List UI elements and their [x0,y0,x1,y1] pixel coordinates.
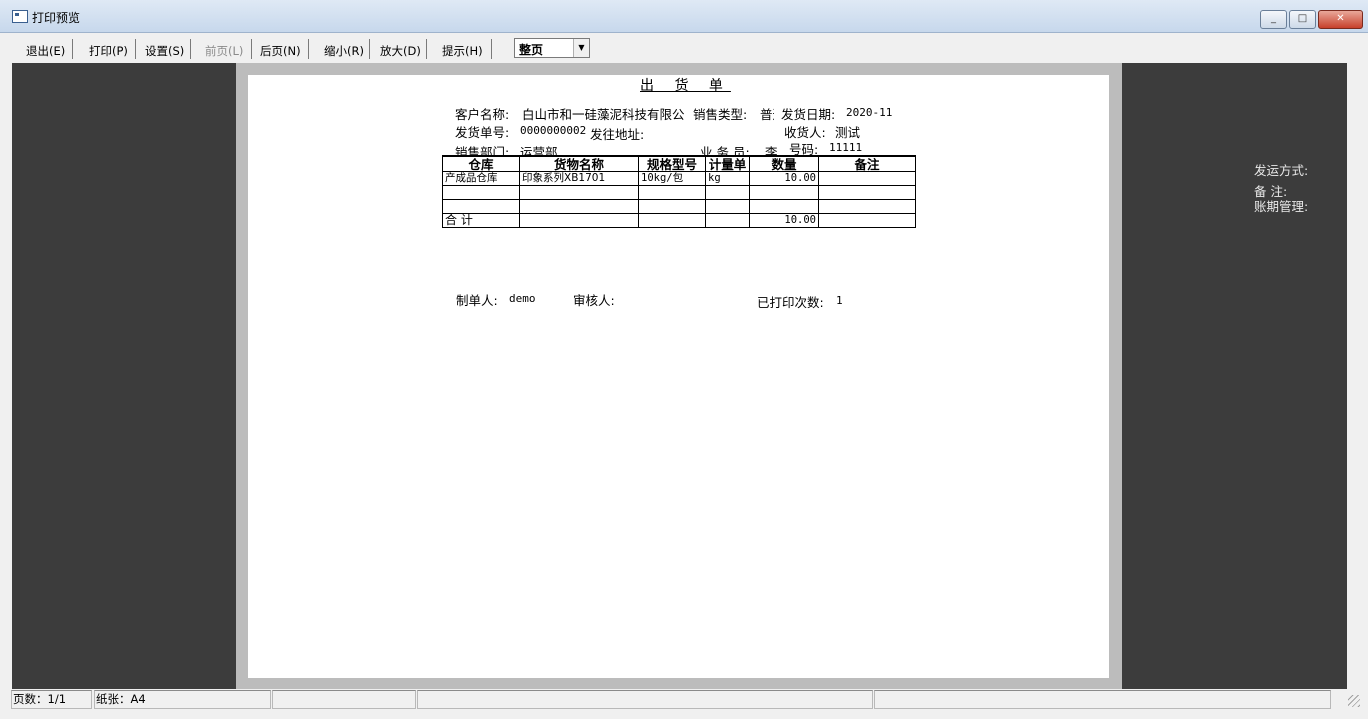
table-cell: 10kg/包 [638,171,706,186]
code-value: 11111 [829,141,863,154]
status-panel [417,690,873,709]
title-bar: 打印预览 _ □ ✕ [0,0,1368,33]
table-cell: 10.00 [749,171,819,186]
hint-button[interactable]: 提示(H) [442,43,483,59]
table-cell [519,213,639,228]
left-window-edge [0,63,12,689]
salesman-label: 业 务 员: [700,145,750,155]
app-icon [12,10,28,23]
paper-size-status: 纸张：A4 [94,690,271,709]
toolbar-divider [369,39,370,59]
table-cell [705,185,750,200]
column-header: 数量 [749,155,819,172]
table-cell [818,199,916,214]
zoom-in-button[interactable]: 放大(D) [380,43,421,59]
total-label: 合 计 [442,213,520,228]
settings-button[interactable]: 设置(S) [145,43,184,59]
page-count-status: 页数：1/1 [11,690,92,709]
exit-button[interactable]: 退出(E) [26,43,65,59]
next-page-button[interactable]: 后页(N) [260,43,301,59]
column-header: 备注 [818,155,916,172]
table-total-row: 合 计 10.00 [442,213,916,228]
toolbar-divider [135,39,136,59]
chevron-down-icon[interactable]: ▼ [573,39,589,57]
prev-page-button[interactable]: 前页(L) [205,43,243,59]
print-button[interactable]: 打印(P) [89,43,128,59]
toolbar-divider [491,39,492,59]
table-cell [442,199,520,214]
status-bar: 页数：1/1 纸张：A4 [0,689,1368,719]
minimize-button[interactable]: _ [1260,10,1287,29]
column-header: 计量单 [705,155,750,172]
print-page: 出 货 单 客户名称: 白山市和一硅藻泥科技有限公 销售类型: 普通 发货日期:… [248,75,1109,678]
table-cell [638,185,706,200]
toolbar-divider [426,39,427,59]
resize-grip-icon[interactable] [1348,695,1360,707]
column-header: 货物名称 [519,155,639,172]
reviewer-label: 审核人: [573,293,615,308]
table-cell: 产成品仓库 [442,171,520,186]
zoom-out-button[interactable]: 缩小(R) [324,43,364,59]
paper-backdrop: 出 货 单 客户名称: 白山市和一硅藻泥科技有限公 销售类型: 普通 发货日期:… [236,63,1122,689]
print-count-value: 1 [836,294,843,307]
items-table: 仓库 货物名称 规格型号 计量单 数量 备注 产成品仓库 印象系列XB1701 … [442,155,916,228]
table-cell [519,199,639,214]
table-header-row: 仓库 货物名称 规格型号 计量单 数量 备注 [442,155,916,172]
maximize-button[interactable]: □ [1289,10,1316,29]
toolbar: 退出(E) 打印(P) 设置(S) 前页(L) 后页(N) 缩小(R) 放大(D… [0,33,1368,63]
column-header: 规格型号 [638,155,706,172]
toolbar-divider [308,39,309,59]
status-panel [272,690,416,709]
table-cell [818,213,916,228]
table-cell [519,185,639,200]
salesman-value: 李 [765,145,778,155]
table-cell [638,199,706,214]
close-button[interactable]: ✕ [1318,10,1363,29]
table-cell [749,185,819,200]
toolbar-divider [190,39,191,59]
right-window-edge [1347,63,1368,689]
table-row: 产成品仓库 印象系列XB1701 10kg/包 kg 10.00 [442,171,916,186]
customer-value: 白山市和一硅藻泥科技有限公 [522,107,685,122]
ship-date-label: 发货日期: [781,107,836,122]
column-header: 仓库 [442,155,520,172]
toolbar-divider [72,39,73,59]
print-count-label: 已打印次数: [757,295,824,310]
account-management-label: 账期管理: [1254,199,1309,214]
sales-type-label: 销售类型: [693,107,748,122]
toolbar-divider [251,39,252,59]
status-panel [874,690,1331,709]
maker-label: 制单人: [456,293,498,308]
ship-method-label: 发运方式: [1254,163,1309,178]
table-cell [818,171,916,186]
zoom-select[interactable]: 整页 ▼ [514,38,590,58]
table-cell: kg [705,171,750,186]
ship-no-value: 0000000002 [520,124,586,137]
document-title: 出 货 单 [640,78,731,94]
dept-value: 运营部 [520,145,558,155]
window-title: 打印预览 [32,11,81,25]
customer-label: 客户名称: [455,107,510,122]
table-cell [442,185,520,200]
table-cell [749,199,819,214]
ship-address-label: 发往地址: [590,127,645,142]
sales-type-value: 普通 [760,107,774,122]
table-cell [705,199,750,214]
table-cell [818,185,916,200]
dept-label: 销售部门: [455,145,510,155]
table-cell [705,213,750,228]
receiver-value: 测试 [835,125,861,140]
total-quantity: 10.00 [749,213,819,228]
ship-no-label: 发货单号: [455,125,510,140]
preview-workspace[interactable]: 出 货 单 客户名称: 白山市和一硅藻泥科技有限公 销售类型: 普通 发货日期:… [12,63,1347,689]
table-row [442,185,916,200]
ship-date-value: 2020-11 [846,106,893,119]
table-cell [638,213,706,228]
zoom-select-value: 整页 [519,43,544,57]
maker-value: demo [509,292,536,305]
table-row [442,199,916,214]
table-cell: 印象系列XB1701 [519,171,639,186]
